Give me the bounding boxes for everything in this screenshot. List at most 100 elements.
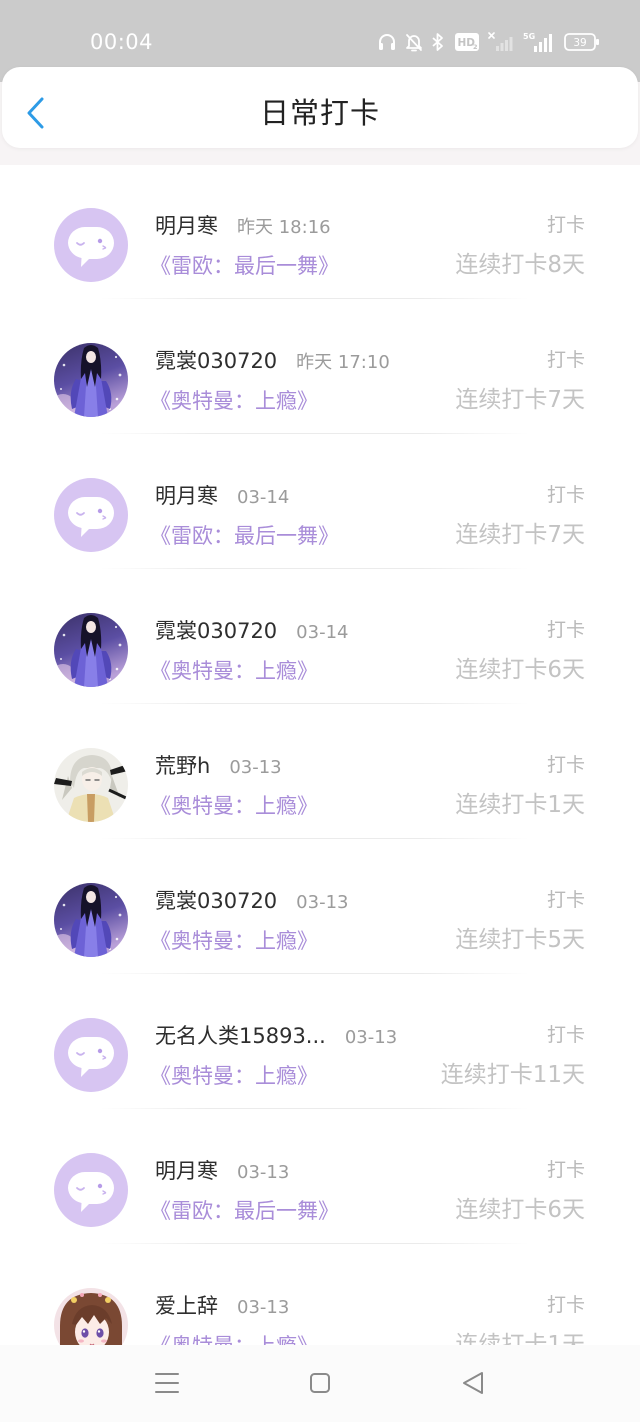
checkin-time: 03-14	[296, 622, 349, 643]
work-title-link[interactable]: 《奥特曼：上瘾》	[150, 658, 318, 684]
checkin-header-line: 霓裳030720 03-13	[155, 888, 348, 914]
checkin-action-label: 打卡	[546, 1024, 585, 1046]
work-title-link[interactable]: 《雷欧：最后一舞》	[150, 253, 339, 279]
streak-count: 连续打卡7天	[455, 522, 585, 548]
home-square-icon[interactable]	[309, 1372, 331, 1394]
work-title-link[interactable]: 《奥特曼：上瘾》	[150, 793, 318, 819]
work-title-link[interactable]: 《奥特曼：上瘾》	[150, 388, 318, 414]
row-divider	[100, 838, 530, 839]
user-avatar[interactable]	[54, 748, 128, 822]
user-name[interactable]: 无名人类15893...	[155, 1024, 326, 1048]
checkin-header-line: 明月寒 昨天 18:16	[155, 213, 331, 239]
checkin-row[interactable]: 霓裳030720 03-13 打卡 《奥特曼：上瘾》 连续打卡5天	[0, 840, 640, 975]
user-name[interactable]: 霓裳030720	[155, 349, 277, 373]
checkin-action-label: 打卡	[546, 214, 585, 236]
status-time: 00:04	[90, 30, 154, 54]
checkin-row[interactable]: 霓裳030720 昨天 17:10 打卡 《奥特曼：上瘾》 连续打卡7天	[0, 300, 640, 435]
row-divider	[100, 568, 530, 569]
headphones-icon	[379, 34, 395, 50]
user-avatar[interactable]	[54, 883, 128, 957]
bluetooth-icon	[432, 33, 443, 51]
hd-voice-icon: HD 2	[455, 33, 479, 51]
checkin-time: 03-13	[229, 757, 282, 778]
checkin-time: 昨天 18:16	[237, 217, 331, 238]
checkin-row[interactable]: 明月寒 昨天 18:16 打卡 《雷欧：最后一舞》 连续打卡8天	[0, 165, 640, 300]
anime-boy-white-hair-image	[54, 748, 128, 822]
streak-count: 连续打卡6天	[455, 657, 585, 683]
chat-bubble-icon	[54, 1018, 128, 1092]
hd-sub-label: 2	[473, 43, 478, 51]
work-title-link[interactable]: 《雷欧：最后一舞》	[150, 523, 339, 549]
checkin-header-line: 霓裳030720 昨天 17:10	[155, 348, 390, 374]
checkin-header-line: 明月寒 03-13	[155, 1158, 289, 1184]
user-name[interactable]: 霓裳030720	[155, 889, 277, 913]
streak-count: 连续打卡7天	[455, 387, 585, 413]
anime-girl-purple-kimono-image	[54, 343, 128, 417]
back-triangle-icon[interactable]	[461, 1371, 485, 1395]
row-divider	[100, 1108, 530, 1109]
checkin-action-label: 打卡	[546, 889, 585, 911]
streak-count: 连续打卡1天	[455, 1332, 585, 1345]
user-avatar[interactable]	[54, 343, 128, 417]
checkin-time: 昨天 17:10	[296, 352, 390, 373]
anime-girl-brown-hair-image	[54, 1288, 128, 1345]
checkin-action-label: 打卡	[546, 619, 585, 641]
signal-5g-icon: 5G	[523, 32, 552, 52]
work-title-link[interactable]: 《奥特曼：上瘾》	[150, 1333, 318, 1345]
user-avatar[interactable]	[54, 1018, 128, 1092]
checkin-header-line: 爱上辞 03-13	[155, 1293, 289, 1319]
user-name[interactable]: 荒野h	[155, 754, 210, 778]
work-title-link[interactable]: 《雷欧：最后一舞》	[150, 1198, 339, 1224]
row-divider	[100, 973, 530, 974]
user-avatar[interactable]	[54, 208, 128, 282]
battery-icon: 39	[564, 33, 599, 51]
checkin-time: 03-13	[296, 892, 349, 913]
checkin-action-label: 打卡	[546, 484, 585, 506]
checkin-list[interactable]: 明月寒 昨天 18:16 打卡 《雷欧：最后一舞》 连续打卡8天 霓裳03072…	[0, 165, 640, 1345]
streak-count: 连续打卡1天	[455, 792, 585, 818]
user-avatar[interactable]	[54, 1153, 128, 1227]
network-label: 5G	[523, 32, 535, 41]
row-divider	[100, 703, 530, 704]
checkin-row[interactable]: 爱上辞 03-13 打卡 《奥特曼：上瘾》 连续打卡1天	[0, 1245, 640, 1345]
menu-icon[interactable]	[155, 1371, 179, 1395]
navigation-bar	[0, 1345, 640, 1422]
streak-count: 连续打卡8天	[455, 252, 585, 278]
user-name[interactable]: 明月寒	[155, 1159, 218, 1183]
row-divider	[100, 1243, 530, 1244]
checkin-header-line: 无名人类15893... 03-13	[155, 1023, 397, 1049]
checkin-action-label: 打卡	[546, 349, 585, 371]
checkin-header-line: 明月寒 03-14	[155, 483, 289, 509]
user-avatar[interactable]	[54, 613, 128, 687]
checkin-action-label: 打卡	[546, 754, 585, 776]
checkin-action-label: 打卡	[546, 1294, 585, 1316]
checkin-header-line: 荒野h 03-13	[155, 753, 282, 779]
user-name[interactable]: 霓裳030720	[155, 619, 277, 643]
user-name[interactable]: 爱上辞	[155, 1294, 218, 1318]
chat-bubble-icon	[54, 1153, 128, 1227]
checkin-time: 03-14	[237, 487, 290, 508]
work-title-link[interactable]: 《奥特曼：上瘾》	[150, 928, 318, 954]
user-name[interactable]: 明月寒	[155, 484, 218, 508]
row-divider	[100, 433, 530, 434]
streak-count: 连续打卡6天	[455, 1197, 585, 1223]
page-title: 日常打卡	[259, 96, 380, 130]
checkin-row[interactable]: 无名人类15893... 03-13 打卡 《奥特曼：上瘾》 连续打卡11天	[0, 975, 640, 1110]
checkin-row[interactable]: 荒野h 03-13 打卡 《奥特曼：上瘾》 连续打卡1天	[0, 705, 640, 840]
signal-no-service-icon	[488, 32, 513, 51]
streak-count: 连续打卡5天	[455, 927, 585, 953]
header-bar: 日常打卡	[2, 67, 638, 148]
user-avatar[interactable]	[54, 478, 128, 552]
checkin-time: 03-13	[344, 1027, 398, 1048]
checkin-row[interactable]: 明月寒 03-13 打卡 《雷欧：最后一舞》 连续打卡6天	[0, 1110, 640, 1245]
checkin-action-label: 打卡	[546, 1159, 585, 1181]
checkin-row[interactable]: 霓裳030720 03-14 打卡 《奥特曼：上瘾》 连续打卡6天	[0, 570, 640, 705]
checkin-row[interactable]: 明月寒 03-14 打卡 《雷欧：最后一舞》 连续打卡7天	[0, 435, 640, 570]
checkin-time: 03-13	[237, 1297, 290, 1318]
bell-off-icon	[406, 34, 422, 52]
work-title-link[interactable]: 《奥特曼：上瘾》	[150, 1063, 318, 1089]
user-name[interactable]: 明月寒	[155, 214, 218, 238]
user-avatar[interactable]	[54, 1288, 128, 1345]
checkin-header-line: 霓裳030720 03-14	[155, 618, 348, 644]
row-divider	[100, 298, 530, 299]
